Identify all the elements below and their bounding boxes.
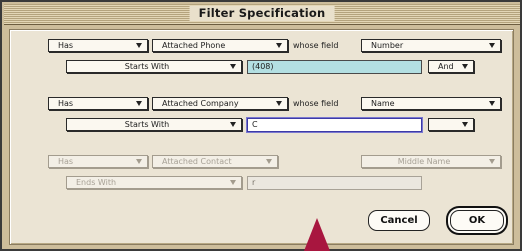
row3-relation-popup[interactable]: Attached Contact xyxy=(152,155,278,168)
row2-relation-popup[interactable]: Attached Company xyxy=(152,97,288,110)
row1-conjunction-popup[interactable]: And xyxy=(428,60,474,73)
row2-field-popup[interactable]: Name xyxy=(361,97,501,110)
row2-conjunction-popup[interactable] xyxy=(428,118,474,131)
row3-operator-popup[interactable]: Ends With xyxy=(66,176,242,189)
chevron-down-icon xyxy=(276,43,282,48)
title-bar[interactable]: Filter Specification xyxy=(4,4,520,25)
row3-operator-label: Ends With xyxy=(76,178,117,187)
chevron-down-icon xyxy=(230,180,236,185)
chevron-down-icon xyxy=(230,64,236,69)
chevron-down-icon xyxy=(489,43,495,48)
row1-relation-label: Attached Phone xyxy=(162,41,226,50)
row2-whose-field-label: whose field xyxy=(293,99,339,108)
chevron-down-icon xyxy=(462,122,468,127)
row3-type-popup[interactable]: Has xyxy=(48,155,148,168)
row2-relation-label: Attached Company xyxy=(162,99,239,108)
row1-relation-popup[interactable]: Attached Phone xyxy=(152,39,288,52)
chevron-down-icon xyxy=(266,159,272,164)
row3-field-label: Middle Name xyxy=(397,157,451,166)
row2-value-input[interactable]: C xyxy=(247,118,422,132)
row1-type-label: Has xyxy=(58,41,74,50)
row1-field-popup[interactable]: Number xyxy=(361,39,501,52)
row1-whose-field-label: whose field xyxy=(293,41,339,50)
pointer-arrow-icon xyxy=(304,218,330,251)
row1-field-label: Number xyxy=(371,41,404,50)
chevron-down-icon xyxy=(489,101,495,106)
chevron-down-icon xyxy=(230,122,236,127)
row2-type-popup[interactable]: Has xyxy=(48,97,148,110)
ok-button[interactable]: OK xyxy=(450,210,504,231)
filter-criteria-panel: Has Attached Phone whose field Number St… xyxy=(9,29,514,245)
row2-operator-popup[interactable]: Starts With xyxy=(66,118,242,131)
row3-relation-label: Attached Contact xyxy=(162,157,232,166)
row1-conjunction-label: And xyxy=(438,62,454,71)
window-title: Filter Specification xyxy=(189,6,335,21)
row3-field-popup[interactable]: Middle Name xyxy=(361,155,501,168)
row3-type-label: Has xyxy=(58,157,74,166)
row2-operator-label: Starts With xyxy=(124,120,170,129)
chevron-down-icon xyxy=(136,101,142,106)
row2-field-label: Name xyxy=(371,99,395,108)
row3-value-input[interactable]: r xyxy=(247,176,422,190)
chevron-down-icon xyxy=(136,159,142,164)
chevron-down-icon xyxy=(462,64,468,69)
row1-value-input[interactable]: (408) xyxy=(247,60,422,74)
row2-type-label: Has xyxy=(58,99,74,108)
row1-operator-label: Starts With xyxy=(124,62,170,71)
row1-type-popup[interactable]: Has xyxy=(48,39,148,52)
cancel-button[interactable]: Cancel xyxy=(368,210,430,231)
chevron-down-icon xyxy=(276,101,282,106)
row1-operator-popup[interactable]: Starts With xyxy=(66,60,242,73)
chevron-down-icon xyxy=(489,159,495,164)
chevron-down-icon xyxy=(136,43,142,48)
